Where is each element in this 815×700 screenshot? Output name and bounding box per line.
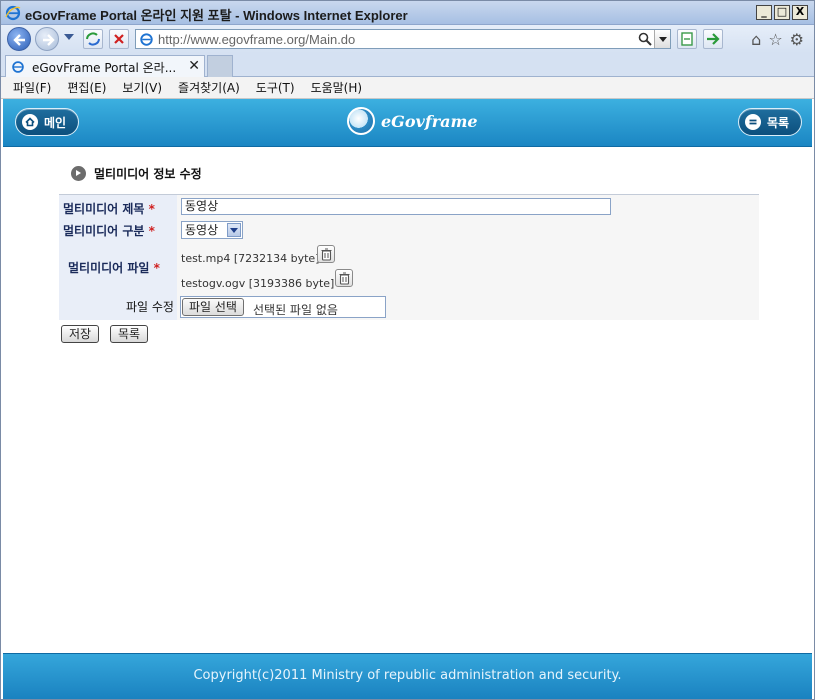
egovframe-logo: eGovframe [347,107,478,135]
tab-bar: eGovFrame Portal 온라... ✕ [1,53,814,77]
trash-icon [321,248,332,261]
title-label-cell: 멀티미디어 제목 * [59,195,177,218]
delete-file-button[interactable] [335,269,353,287]
tab-egovframe[interactable]: eGovFrame Portal 온라... ✕ [5,55,205,77]
menu-edit[interactable]: 편집(E) [67,79,106,96]
back-arrow-icon [13,34,25,46]
type-select[interactable]: 동영상 [181,221,243,239]
list-nav-label: 목록 [767,115,790,130]
trash-icon [339,272,350,285]
url-field[interactable]: http://www.egovframe.org/Main.do [135,29,671,49]
globe-logo-icon [347,107,375,135]
page-footer: Copyright(c)2011 Ministry of republic ad… [3,653,812,699]
tools-gear-icon[interactable]: ⚙ [790,30,804,49]
forward-button[interactable] [35,27,59,51]
list-nav-button[interactable]: 목록 [738,108,802,136]
home-icon [22,114,38,130]
file-label: 멀티미디어 파일 [68,261,150,275]
tab-close-icon[interactable]: ✕ [188,58,200,74]
required-mark: * [148,202,155,216]
title-bar: eGovFrame Portal 온라인 지원 포탈 - Windows Int… [1,1,814,25]
copyright-text: Copyright(c)2011 Ministry of republic ad… [193,668,622,683]
go-button[interactable] [703,29,723,49]
back-button[interactable] [7,27,31,51]
file-edit-label-cell: 파일 수정 [59,293,177,320]
forward-arrow-icon [43,34,55,46]
menu-bar: 파일(F) 편집(E) 보기(V) 즐겨찾기(A) 도구(T) 도움말(H) [1,77,814,99]
browser-window: eGovFrame Portal 온라인 지원 포탈 - Windows Int… [0,0,815,700]
url-text: http://www.egovframe.org/Main.do [158,32,356,47]
maximize-button[interactable]: □ [774,5,790,20]
required-mark: * [153,261,160,275]
list-button[interactable]: 목록 [110,325,149,343]
multimedia-edit-form: 멀티미디어 제목 * 멀티미디어 구분 * 멀티미디어 파일 * 파일 수정 동… [59,194,759,320]
url-dropdown-icon[interactable] [654,30,670,48]
title-input[interactable]: 동영상 [181,198,611,215]
file-label-cell: 멀티미디어 파일 * [59,240,177,293]
file-upload-field[interactable]: 파일 선택 선택된 파일 없음 [180,296,386,318]
list-icon [745,114,761,130]
stop-icon [114,34,124,44]
required-mark: * [148,224,155,238]
stop-button[interactable] [109,29,129,49]
logo-text: eGovframe [381,111,478,131]
window-title: eGovFrame Portal 온라인 지원 포탈 - Windows Int… [25,8,408,23]
section-title: 멀티미디어 정보 수정 [71,165,202,182]
compat-view-button[interactable] [83,29,103,49]
menu-help[interactable]: 도움말(H) [311,79,363,96]
home-nav-label: 메인 [44,115,67,130]
page-title: 멀티미디어 정보 수정 [94,167,202,181]
type-label-cell: 멀티미디어 구분 * [59,218,177,240]
file-edit-label: 파일 수정 [126,300,174,314]
menu-tools[interactable]: 도구(T) [256,79,295,96]
type-label: 멀티미디어 구분 [63,224,145,238]
file-item: test.mp4 [7232134 byte] [181,252,320,265]
home-nav-button[interactable]: 메인 [15,108,79,136]
menu-file[interactable]: 파일(F) [13,79,51,96]
title-label: 멀티미디어 제목 [63,202,145,216]
delete-file-button[interactable] [317,245,335,263]
minimize-button[interactable]: _ [756,5,772,20]
arrow-bullet-icon [71,166,86,181]
menu-view[interactable]: 보기(V) [122,79,162,96]
new-tab-button[interactable] [207,55,233,77]
save-button[interactable]: 저장 [61,325,100,343]
tab-label: eGovFrame Portal 온라... [32,61,177,75]
ie-tab-icon [12,61,24,73]
ie-page-icon [140,33,153,46]
choose-file-button[interactable]: 파일 선택 [182,298,244,316]
address-bar-area: http://www.egovframe.org/Main.do ⌂ ☆ ⚙ [1,25,814,53]
go-arrow-icon [707,33,720,45]
close-button[interactable]: X [792,5,808,20]
menu-favorites[interactable]: 즐겨찾기(A) [178,79,240,96]
chevron-down-icon [227,223,241,237]
ie-logo-icon [5,5,21,21]
file-status-text: 선택된 파일 없음 [253,303,338,317]
search-icon[interactable] [638,32,652,46]
file-item: testogv.ogv [3193386 byte] [181,277,335,290]
history-dropdown-icon[interactable] [64,34,74,40]
compatibility-button[interactable] [677,29,697,49]
page-header: 메인 eGovframe 목록 [3,99,812,147]
home-icon[interactable]: ⌂ [751,30,761,49]
refresh-pages-icon [86,32,100,46]
favorites-star-icon[interactable]: ☆ [768,30,782,49]
type-select-value: 동영상 [185,223,219,237]
compatibility-icon [681,32,693,46]
